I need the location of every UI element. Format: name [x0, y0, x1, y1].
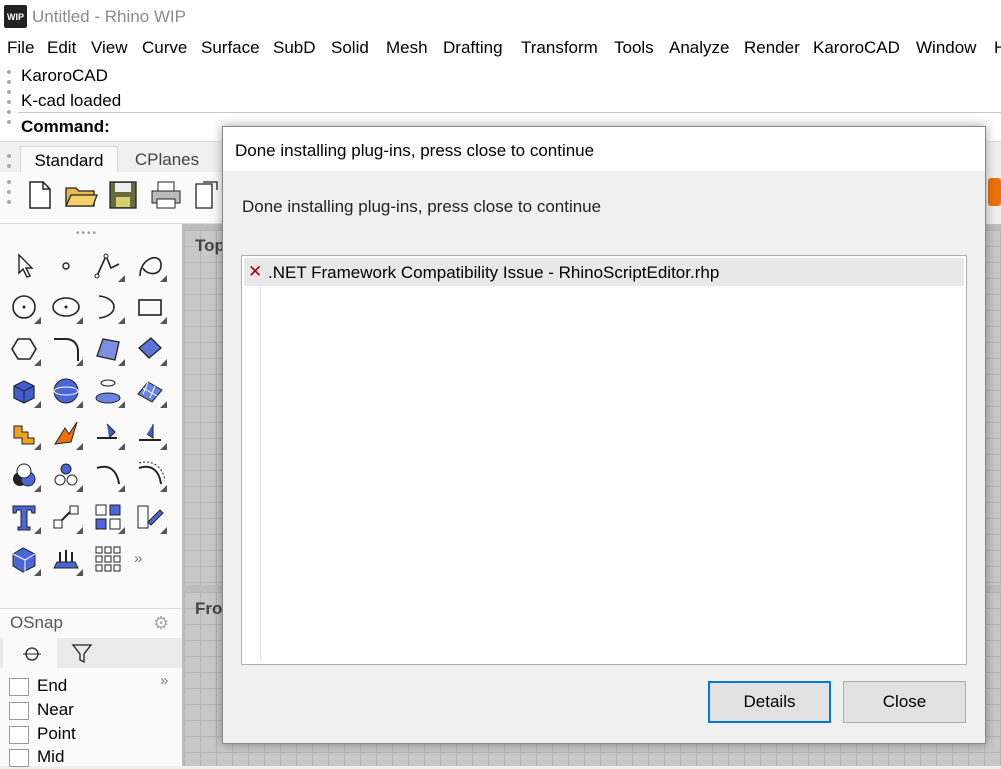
- osnap-tab-snaps[interactable]: [3, 638, 57, 668]
- grid-array-icon[interactable]: [91, 542, 125, 576]
- polyline-icon[interactable]: [91, 248, 125, 282]
- menu-karorocad[interactable]: KaroroCAD: [813, 38, 900, 58]
- points-icon[interactable]: [49, 458, 83, 492]
- split-icon[interactable]: [133, 416, 167, 450]
- point-icon[interactable]: [49, 248, 83, 282]
- group-icon[interactable]: [7, 458, 41, 492]
- grip-dot: [7, 200, 11, 204]
- menu-transform[interactable]: Transform: [521, 38, 598, 58]
- viewport-front-label[interactable]: Fro: [195, 599, 222, 619]
- extrude-surface-icon[interactable]: [133, 332, 167, 366]
- filter-icon[interactable]: [70, 642, 96, 666]
- rhino-logo-icon: WIP: [4, 5, 27, 28]
- grip-dot: [7, 120, 11, 124]
- curve-icon[interactable]: [133, 248, 167, 282]
- box-icon[interactable]: [7, 374, 41, 408]
- gear-icon[interactable]: ⚙: [153, 613, 169, 634]
- grip-dot: [7, 70, 11, 74]
- menu-bar: File Edit View Curve Surface SubD Solid …: [0, 34, 1001, 62]
- mesh-icon[interactable]: [133, 374, 167, 408]
- trim-icon[interactable]: [91, 416, 125, 450]
- window-title: Untitled - Rhino WIP: [32, 7, 186, 26]
- grip-dot: [7, 110, 11, 114]
- offset-icon[interactable]: [91, 458, 125, 492]
- menu-subd[interactable]: SubD: [273, 38, 316, 58]
- more-tools-chevron[interactable]: »: [134, 550, 142, 567]
- ellipse-icon[interactable]: [49, 290, 83, 324]
- list-item-text: .NET Framework Compatibility Issue - Rhi…: [268, 263, 720, 282]
- viewport-top-label[interactable]: Top: [195, 236, 225, 256]
- boolean-icon[interactable]: [7, 416, 41, 450]
- grip-dot: [7, 164, 11, 168]
- checkbox[interactable]: [9, 749, 29, 767]
- grip-dot: [7, 100, 11, 104]
- panel-grip: ••••: [76, 228, 99, 239]
- circle-icon[interactable]: [7, 290, 41, 324]
- grip-dot: [7, 154, 11, 158]
- polygon-icon[interactable]: [7, 332, 41, 366]
- open-folder-icon[interactable]: [64, 180, 98, 210]
- surface-from-points-icon[interactable]: [91, 332, 125, 366]
- save-icon[interactable]: [108, 180, 140, 210]
- text-icon[interactable]: [7, 500, 41, 534]
- grip-dot: [7, 80, 11, 84]
- transform-icon[interactable]: [133, 500, 167, 534]
- checkbox[interactable]: [9, 702, 29, 720]
- menu-help[interactable]: H: [994, 38, 1001, 58]
- menu-solid[interactable]: Solid: [331, 38, 369, 58]
- tab-standard[interactable]: Standard: [20, 146, 118, 174]
- menu-tools[interactable]: Tools: [614, 38, 654, 58]
- snap-target-icon: [23, 647, 41, 661]
- list-guide-line: [260, 286, 261, 662]
- solid-tools-icon[interactable]: [7, 542, 41, 576]
- move-icon[interactable]: [49, 500, 83, 534]
- menu-edit[interactable]: Edit: [47, 38, 76, 58]
- menu-view[interactable]: View: [91, 38, 128, 58]
- rectangle-icon[interactable]: [133, 290, 167, 324]
- render-icon[interactable]: [988, 178, 1001, 206]
- menu-render[interactable]: Render: [744, 38, 800, 58]
- grip-dot: [7, 190, 11, 194]
- extrude-icon[interactable]: [49, 542, 83, 576]
- menu-drafting[interactable]: Drafting: [443, 38, 503, 58]
- curve-offset-icon[interactable]: [133, 458, 167, 492]
- checkbox[interactable]: [9, 726, 29, 744]
- list-item[interactable]: ✕ .NET Framework Compatibility Issue - R…: [244, 258, 964, 286]
- menu-file[interactable]: File: [7, 38, 34, 58]
- grip-dot: [7, 90, 11, 94]
- fillet-icon[interactable]: [49, 332, 83, 366]
- cylinder-icon[interactable]: [91, 374, 125, 408]
- details-button[interactable]: Details: [708, 681, 831, 723]
- error-x-icon: ✕: [248, 262, 263, 281]
- menu-surface[interactable]: Surface: [201, 38, 260, 58]
- dialog-message: Done installing plug-ins, press close to…: [242, 197, 602, 216]
- menu-window[interactable]: Window: [916, 38, 976, 58]
- copy-icon[interactable]: [193, 180, 222, 210]
- plugin-results-list[interactable]: ✕ .NET Framework Compatibility Issue - R…: [241, 255, 967, 665]
- new-file-icon[interactable]: [26, 180, 54, 210]
- array-icon[interactable]: [91, 500, 125, 534]
- menu-curve[interactable]: Curve: [142, 38, 187, 58]
- osnap-more-chevron[interactable]: »: [160, 672, 168, 689]
- dialog-title: Done installing plug-ins, press close to…: [235, 141, 595, 160]
- explode-icon[interactable]: [49, 416, 83, 450]
- arc-icon[interactable]: [91, 290, 125, 324]
- checkbox[interactable]: [9, 678, 29, 696]
- menu-analyze[interactable]: Analyze: [669, 38, 729, 58]
- select-icon[interactable]: [7, 248, 41, 282]
- print-icon[interactable]: [150, 180, 182, 210]
- close-button[interactable]: Close: [843, 681, 966, 723]
- osnap-title: OSnap: [10, 613, 63, 632]
- grip-dot: [7, 180, 11, 184]
- tab-cplanes[interactable]: CPlanes: [122, 146, 212, 174]
- menu-mesh[interactable]: Mesh: [386, 38, 428, 58]
- command-separator: [18, 112, 1001, 113]
- command-history-line: KaroroCAD: [21, 66, 108, 85]
- command-history-line: K-cad loaded: [21, 91, 122, 110]
- plugin-install-dialog: Done installing plug-ins, press close to…: [222, 126, 986, 744]
- command-prompt[interactable]: Command:: [21, 117, 110, 137]
- sphere-icon[interactable]: [49, 374, 83, 408]
